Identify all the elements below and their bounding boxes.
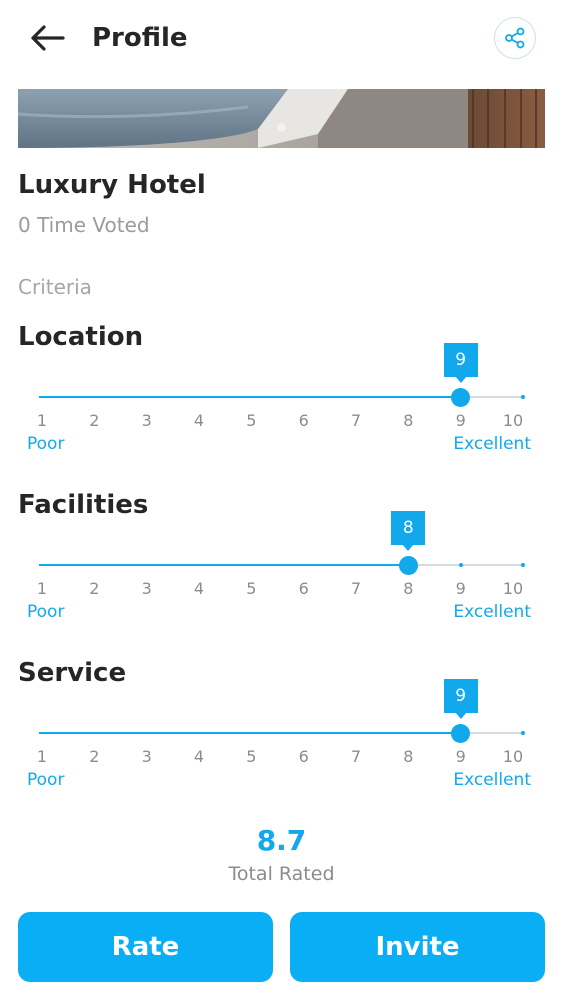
total-rating-value: 8.7 [256, 824, 307, 857]
slider-value-tooltip: 9 [443, 343, 478, 383]
slider-fill [39, 732, 461, 734]
tick-label-4: 4 [193, 411, 205, 430]
tick-label-10: 10 [502, 579, 524, 598]
slider-tick-labels: 1 2 3 4 5 6 7 8 9 10 [0, 410, 563, 432]
tick-label-4: 4 [193, 579, 205, 598]
rate-button[interactable]: Rate [18, 912, 273, 982]
invite-button[interactable]: Invite [290, 912, 545, 982]
slider-thumb[interactable] [398, 556, 418, 575]
hotel-photo[interactable] [18, 89, 545, 148]
tick-label-1: 1 [36, 747, 48, 766]
tick-label-5: 5 [246, 747, 257, 766]
tick-label-7: 7 [350, 411, 362, 430]
min-label: Poor [27, 602, 65, 622]
tick-label-7: 7 [350, 747, 362, 766]
tick-label-3: 3 [141, 747, 152, 766]
share-button[interactable] [494, 17, 536, 59]
max-label: Excellent [453, 770, 531, 790]
app-header: Profile [0, 0, 563, 78]
min-label: Poor [27, 434, 65, 454]
slider-fill [39, 396, 461, 398]
slider-tick-labels: 1 2 3 4 5 6 7 8 9 10 [0, 746, 563, 768]
max-label: Excellent [453, 434, 531, 454]
criterion-location: Location 9 1 2 3 4 5 6 7 8 9 10 Poor Excellent [0, 320, 563, 488]
max-label: Excellent [453, 602, 531, 622]
slider-tick-labels: 1 2 3 4 5 6 7 8 9 10 [0, 578, 563, 600]
tick-label-5: 5 [246, 411, 257, 430]
slider-thumb[interactable] [451, 724, 471, 743]
tick-label-7: 7 [350, 579, 362, 598]
tick-label-8: 8 [403, 747, 414, 766]
slider-thumb[interactable] [451, 388, 471, 407]
carousel-dot[interactable] [277, 123, 286, 132]
tick-label-8: 8 [403, 411, 414, 430]
slider-end-dot [521, 731, 525, 735]
tick-label-6: 6 [298, 747, 309, 766]
tick-label-1: 1 [36, 579, 48, 598]
slider-fill [39, 564, 409, 566]
back-button[interactable] [26, 18, 68, 58]
tick-label-2: 2 [89, 747, 100, 766]
tick-label-2: 2 [89, 411, 100, 430]
tick-label-3: 3 [141, 411, 152, 430]
criterion-title: Facilities [18, 490, 149, 520]
tick-label-9: 9 [455, 747, 466, 766]
tick-label-8: 8 [403, 579, 414, 598]
vote-count: 0 Time Voted [18, 213, 150, 237]
page-title: Profile [92, 23, 188, 53]
tick-label-9: 9 [455, 579, 466, 598]
slider-value-tooltip: 8 [391, 511, 426, 551]
criterion-title: Location [18, 322, 144, 352]
criterion-title: Service [18, 658, 127, 688]
slider-value-tooltip: 9 [443, 679, 478, 719]
slider-end-dot [521, 395, 525, 399]
tick-label-4: 4 [193, 747, 205, 766]
tick-label-6: 6 [298, 579, 309, 598]
tick-label-9: 9 [455, 411, 466, 430]
tick-label-10: 10 [502, 747, 524, 766]
tick-label-5: 5 [246, 579, 257, 598]
slider-end-dot [521, 563, 525, 567]
total-rating-label: Total Rated [228, 863, 335, 885]
tick-label-10: 10 [502, 411, 524, 430]
criterion-facilities: Facilities 8 1 2 3 4 5 6 7 8 9 10 Poor Excellent [0, 488, 563, 656]
tick-label-6: 6 [298, 411, 309, 430]
min-label: Poor [27, 770, 65, 790]
criterion-service: Service 9 1 2 3 4 5 6 7 8 9 10 Poor Excellent [0, 656, 563, 824]
share-icon [505, 27, 525, 49]
criteria-heading: Criteria [18, 275, 92, 299]
hotel-name: Luxury Hotel [18, 170, 206, 200]
tick-label-2: 2 [89, 579, 100, 598]
slider-step-dot [458, 563, 463, 567]
arrow-left-icon [31, 25, 65, 51]
tick-label-1: 1 [36, 411, 48, 430]
tick-label-3: 3 [141, 579, 152, 598]
